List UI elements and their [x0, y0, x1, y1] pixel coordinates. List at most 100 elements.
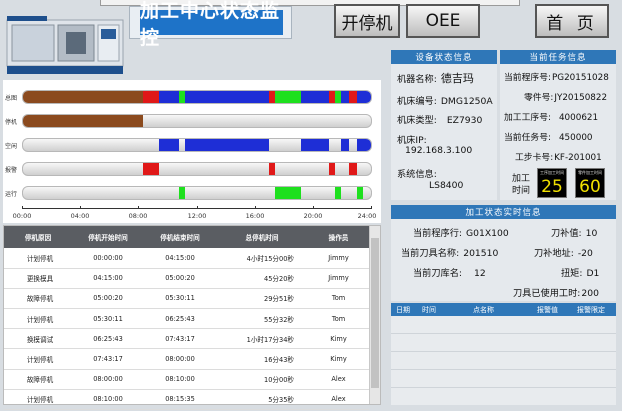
task-card-row: 工步卡号:KF-201001 — [515, 150, 602, 163]
table-row[interactable]: 故障停机 08:00:00 08:10:00 10分00秒 Alex — [4, 369, 369, 390]
table-row[interactable]: 故障停机 05:00:20 05:30:11 29分51秒 Tom — [4, 288, 369, 310]
status-gantt-chart: 总图 停机 空闲 报警 运行 00:00 04:00 08:00 12:00 1… — [3, 80, 381, 223]
cell-total: 16分43秒 — [216, 348, 308, 370]
process-time-label-2: 时间 — [512, 186, 531, 196]
cell-reason: 换模调试 — [4, 328, 72, 350]
tool-used-row: 刀具已使用工时:200 — [513, 285, 599, 299]
cell-operator: Tom — [308, 308, 369, 330]
task-prog-value: PG20151028 — [551, 73, 609, 83]
task-card-value: KF-201001 — [554, 153, 602, 163]
alarm-segment — [329, 163, 335, 175]
cell-start: 05:00:20 — [72, 288, 144, 310]
col-header-operator[interactable]: 操作员 — [308, 226, 369, 248]
col-header-end[interactable]: 停机结束时间 — [144, 226, 216, 248]
cell-operator: Alex — [308, 369, 369, 390]
overview-idle-segment — [341, 91, 349, 103]
page-title: 加工中心状态监控 — [140, 0, 283, 49]
realtime-panel-title: 加工状态实时信息 — [391, 205, 616, 219]
axis-tick-label: 20:00 — [303, 212, 323, 220]
machining-center-image — [6, 16, 124, 74]
stop-record-table: 停机原因 停机开始时间 停机结束时间 总停机时间 操作员 计划停机 00:00:… — [3, 225, 381, 411]
device-code-row: 机床编号: DMG1250A — [397, 93, 493, 107]
axis-tick-label: 24:00 — [357, 212, 377, 220]
cell-reason: 更换模具 — [4, 268, 72, 289]
home-button[interactable]: 首 页 — [535, 4, 609, 38]
alarm-row-divider — [391, 351, 616, 352]
overview-alarm-segment — [143, 91, 159, 103]
task-prog-label: 当前程序号: — [504, 73, 551, 83]
stop-segment — [23, 115, 143, 127]
cell-total: 5分35秒 — [216, 389, 308, 411]
table-row[interactable]: 换模调试 06:25:43 07:43:17 1小时17分34秒 Kimy — [4, 328, 369, 350]
start-stop-button[interactable]: 开停机 — [334, 4, 400, 38]
cell-operator: Kimy — [308, 328, 369, 350]
alarm-row-divider — [391, 387, 616, 388]
cell-operator: Jimmy — [308, 268, 369, 289]
table-row[interactable]: 计划停机 08:10:00 08:15:35 5分35秒 Alex — [4, 389, 369, 411]
col-header-total[interactable]: 总停机时间 — [216, 226, 308, 248]
alarm-segment — [143, 163, 159, 175]
cell-end: 05:00:20 — [144, 268, 216, 289]
row-label-run: 运行 — [5, 191, 18, 198]
table-scrollbar[interactable] — [369, 226, 380, 404]
cell-end: 04:15:00 — [144, 248, 216, 269]
run-segment — [179, 187, 185, 199]
task-panel-title: 当前任务信息 — [500, 50, 616, 64]
cell-reason: 计划停机 — [4, 248, 72, 269]
cell-start: 04:15:00 — [72, 268, 144, 289]
cell-reason: 故障停机 — [4, 369, 72, 390]
device-code-value: DMG1250A — [440, 96, 493, 107]
task-number-label: 当前任务号: — [504, 133, 551, 143]
oee-button[interactable]: OEE — [406, 4, 480, 38]
torque-value: D1 — [586, 268, 600, 279]
realtime-status-panel: 加工状态实时信息 当前程序行: G01X100 刀补值: 10 当前刀具名称: 201… — [391, 205, 616, 301]
stop-track — [22, 114, 372, 128]
axis-tick — [138, 206, 139, 209]
alarm-col-point[interactable]: 点名称 — [473, 305, 494, 315]
cell-total: 4小时15分00秒 — [216, 248, 308, 269]
step-time-display: 工序加工时间 25 — [537, 168, 567, 198]
cell-reason: 故障停机 — [4, 288, 72, 310]
alarm-list: 日期 时间 点名称 报警值 报警限定 — [391, 303, 616, 405]
step-time-value: 25 — [541, 177, 563, 197]
program-line-row: 当前程序行: G01X100 — [413, 225, 509, 239]
task-prog-row: 当前程序号:PG20151028 — [504, 70, 609, 83]
table-row[interactable]: 计划停机 07:43:17 08:00:00 16分43秒 Kimy — [4, 348, 369, 370]
col-header-reason[interactable]: 停机原因 — [4, 226, 72, 248]
table-row[interactable]: 计划停机 05:30:11 06:25:43 55分32秒 Tom — [4, 308, 369, 330]
overview-stop-segment — [23, 91, 143, 103]
scrollbar-thumb[interactable] — [371, 238, 379, 388]
cell-start: 05:30:11 — [72, 308, 144, 330]
task-proc-value: 4000621 — [558, 113, 599, 123]
row-label-alarm: 报警 — [5, 167, 18, 174]
axis-tick — [80, 206, 81, 209]
tool-name-value: 201510 — [463, 248, 499, 259]
cell-end: 05:30:11 — [144, 288, 216, 310]
program-line-value: G01X100 — [466, 228, 509, 239]
alarm-col-time[interactable]: 时间 — [422, 305, 436, 315]
alarm-row-divider — [391, 333, 616, 334]
device-ip-value: 192.168.3.100 — [405, 145, 473, 156]
page-title-frame: 加工中心状态监控 — [129, 0, 292, 49]
overview-idle-segment — [301, 91, 329, 103]
alarm-col-value[interactable]: 报警值 — [537, 305, 558, 315]
axis-tick-label: 12:00 — [187, 212, 207, 220]
col-header-start[interactable]: 停机开始时间 — [72, 226, 144, 248]
table-header-row: 停机原因 停机开始时间 停机结束时间 总停机时间 操作员 — [4, 226, 369, 248]
cell-end: 08:15:35 — [144, 389, 216, 411]
cell-operator: Alex — [308, 389, 369, 411]
device-panel-title: 设备状态信息 — [391, 50, 497, 64]
alarm-segment — [349, 163, 357, 175]
tool-library-value: 12 — [474, 268, 486, 279]
cell-start: 06:25:43 — [72, 328, 144, 350]
alarm-col-date[interactable]: 日期 — [396, 305, 410, 315]
device-name-row: 机器名称: 德吉玛 — [397, 70, 474, 86]
alarm-col-limit[interactable]: 报警限定 — [577, 305, 605, 315]
overview-track — [22, 90, 372, 104]
axis-tick-label: 08:00 — [128, 212, 148, 220]
cell-start: 08:00:00 — [72, 369, 144, 390]
cell-operator: Kimy — [308, 348, 369, 370]
tool-comp-row: 刀补值: 10 — [551, 225, 597, 239]
table-row[interactable]: 更换模具 04:15:00 05:00:20 45分20秒 Jimmy — [4, 268, 369, 289]
table-row[interactable]: 计划停机 00:00:00 04:15:00 4小时15分00秒 Jimmy — [4, 248, 369, 269]
